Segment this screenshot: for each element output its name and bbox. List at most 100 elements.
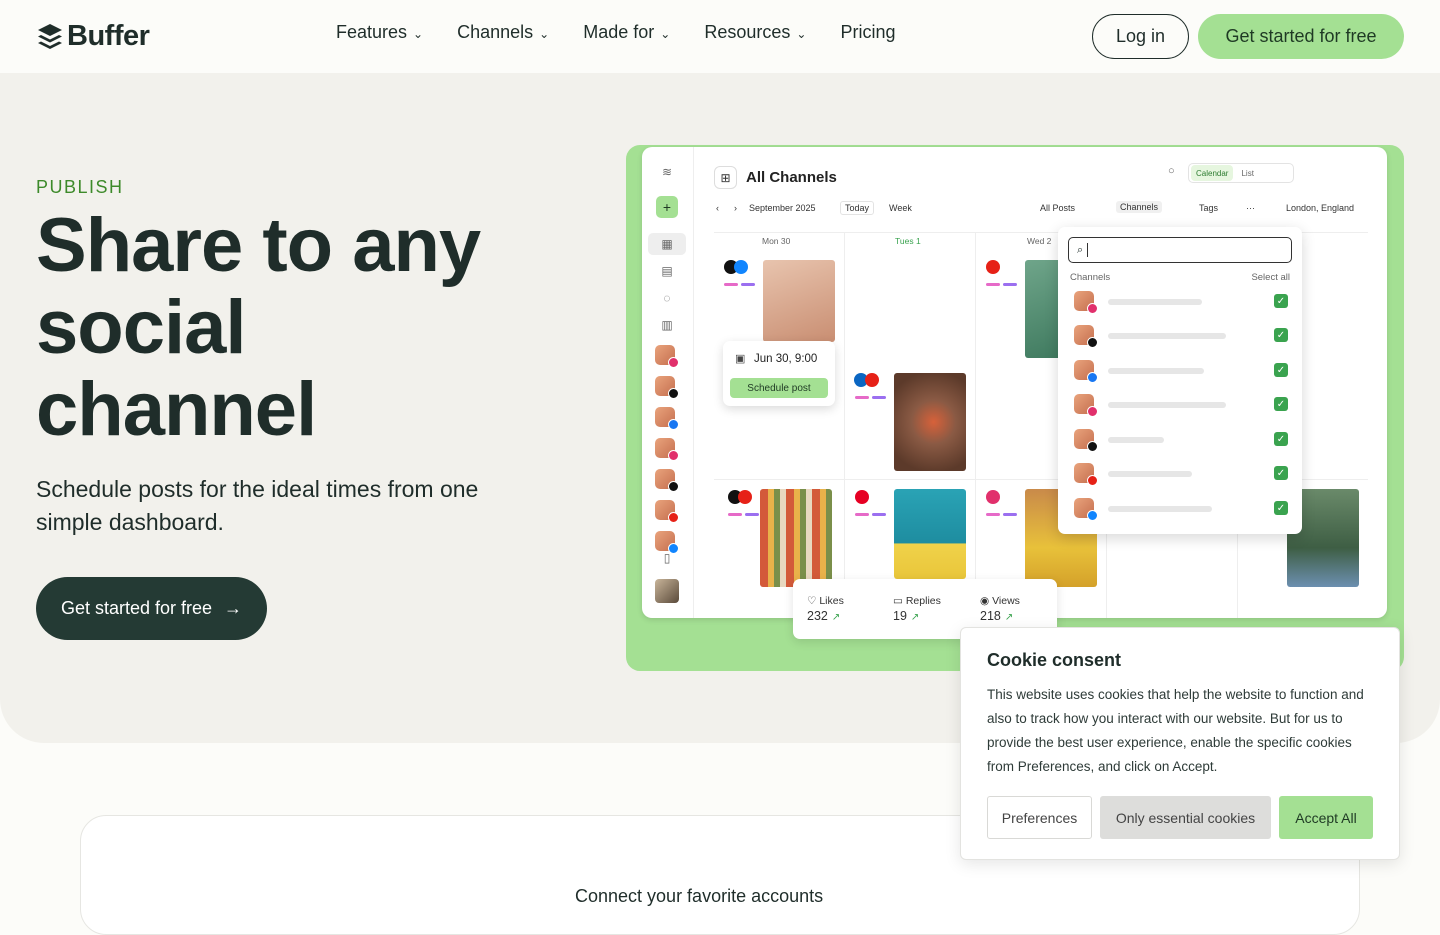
channel-name-placeholder [1108,368,1204,374]
user-avatar [655,579,679,603]
comment-icon: ▭ [893,595,906,607]
hero-subhead: Schedule posts for the ideal times from … [36,476,479,535]
chevron-down-icon: ⌄ [539,26,550,41]
likes-label-text: Likes [819,595,844,607]
month-label: September 2025 [749,203,816,213]
bluesky-icon [734,260,748,274]
likes-label: ♡ Likes [807,595,844,607]
nav-channels[interactable]: Channels ⌄ [457,22,549,43]
channels-filter: Channels [1116,201,1163,213]
checkbox-checked-icon[interactable]: ✓ [1274,466,1288,480]
youtube-icon [668,512,679,523]
get-started-nav-button[interactable]: Get started for free [1198,14,1404,59]
chat-icon: ○ [1168,165,1175,177]
threads-icon [668,388,679,399]
tag-pill [872,396,886,399]
hero-eyebrow: PUBLISH [36,177,124,197]
trend-up-icon: ↗ [910,612,920,623]
channel-avatar [1074,325,1098,348]
nav-pricing[interactable]: Pricing [840,22,895,43]
buffer-logo[interactable]: Buffer [37,20,150,53]
checkbox-checked-icon[interactable]: ✓ [1274,432,1288,446]
channel-row[interactable]: ✓ [1074,360,1288,383]
cookie-preferences-button[interactable]: Preferences [987,796,1092,839]
views-value-text: 218 [980,609,1001,623]
channel-avatar [1074,463,1098,486]
calendar-icon: ▣ [735,353,746,365]
channel-avatar [1074,429,1098,452]
channel-name-placeholder [1108,299,1202,305]
pinterest-icon [855,490,869,504]
timezone-select: London, England [1286,203,1355,213]
channels-popup: ⌕ Channels Select all ✓ ✓ ✓ ✓ ✓ ✓ ✓ [1058,227,1302,534]
channel-name-placeholder [1108,333,1226,339]
tag-pill [1003,283,1017,286]
post-image [760,489,832,587]
youtube-icon [1087,475,1098,486]
select-all-link[interactable]: Select all [1251,272,1290,283]
tag-pill [855,396,869,399]
trend-up-icon: ↗ [831,612,841,623]
channel-name-placeholder [1108,471,1192,477]
channel-avatar-threads [655,376,679,399]
instagram-icon [668,450,679,461]
channel-avatar-facebook [655,407,679,430]
checkbox-checked-icon[interactable]: ✓ [1274,501,1288,515]
channel-avatar [1074,394,1098,417]
login-button[interactable]: Log in [1092,14,1189,59]
eye-icon: ◉ [980,595,993,607]
youtube-icon [986,260,1000,274]
channel-row[interactable]: ✓ [1074,291,1288,314]
tag-pill [741,283,755,286]
schedule-post-button[interactable]: Schedule post [730,378,828,398]
instagram-icon [986,490,1000,504]
channel-row[interactable]: ✓ [1074,429,1288,452]
tag-pill [745,513,759,516]
checkbox-checked-icon[interactable]: ✓ [1274,294,1288,308]
nav-resources-label: Resources [704,22,791,42]
channel-row[interactable]: ✓ [1074,325,1288,348]
app-title: All Channels [746,169,837,186]
replies-label-text: Replies [905,595,941,607]
checkbox-checked-icon[interactable]: ✓ [1274,363,1288,377]
post-image [763,260,835,342]
views-value: 218 ↗ [980,609,1013,623]
document-icon: ▤ [661,264,673,278]
view-calendar: Calendar [1191,165,1234,181]
schedule-popup: ▣ Jun 30, 9:00 Schedule post [723,341,835,406]
nav-made-for[interactable]: Made for ⌄ [583,22,670,43]
checkbox-checked-icon[interactable]: ✓ [1274,397,1288,411]
channel-row[interactable]: ✓ [1074,463,1288,486]
cookie-accept-button[interactable]: Accept All [1279,796,1373,839]
app-sidebar: ≋ + ▦ ▤ ◌ ▥ ▯ [642,147,694,618]
channel-name-placeholder [1108,437,1164,443]
nav-features[interactable]: Features ⌄ [336,22,423,43]
channel-row[interactable]: ✓ [1074,498,1288,521]
headline-line-1: Share to any [36,203,481,288]
cookie-body: This website uses cookies that help the … [987,687,1364,774]
nav-links: Features ⌄ Channels ⌄ Made for ⌄ Resources ⌄… [336,22,929,43]
youtube-icon [865,373,879,387]
nav-pricing-label: Pricing [840,22,896,42]
nav-resources[interactable]: Resources ⌄ [704,22,806,43]
channel-avatar-youtube [655,500,679,523]
hero-headline: Share to any social channel [36,205,576,451]
cookie-essential-button[interactable]: Only essential cookies [1100,796,1271,839]
instagram-icon [668,357,679,368]
trend-up-icon: ↗ [1004,612,1014,623]
chevron-down-icon: ⌄ [660,26,671,41]
checkbox-checked-icon[interactable]: ✓ [1274,328,1288,342]
chevron-down-icon: ⌄ [413,26,424,41]
channel-avatar [1074,291,1098,314]
analytics-icon: ▥ [661,318,673,332]
get-started-hero-button[interactable]: Get started for free → [36,577,267,640]
channel-row[interactable]: ✓ [1074,394,1288,417]
views-label-text: Views [992,595,1020,607]
tag-pill [728,513,742,516]
channel-search-input[interactable]: ⌕ [1068,237,1292,263]
plus-icon: + [656,196,678,218]
tag-pill [986,513,1000,516]
instagram-icon [1087,303,1098,314]
tag-pill [1003,513,1017,516]
views-label: ◉ Views [980,595,1020,607]
